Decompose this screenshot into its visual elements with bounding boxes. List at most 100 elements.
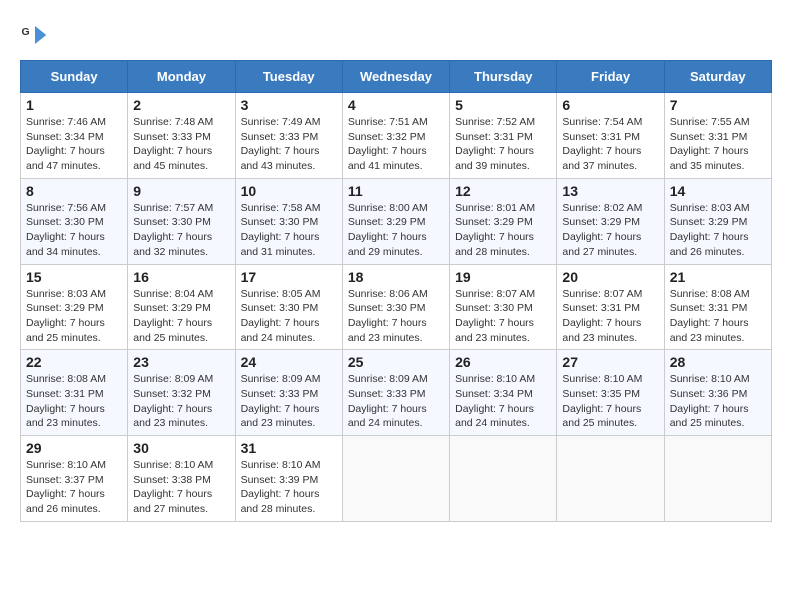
day-info: Sunrise: 8:10 AM Sunset: 3:38 PM Dayligh…	[133, 458, 229, 517]
day-number: 4	[348, 97, 444, 113]
calendar-cell: 20 Sunrise: 8:07 AM Sunset: 3:31 PM Dayli…	[557, 264, 664, 350]
day-info: Sunrise: 8:07 AM Sunset: 3:31 PM Dayligh…	[562, 287, 658, 346]
calendar-cell: 26 Sunrise: 8:10 AM Sunset: 3:34 PM Dayli…	[450, 350, 557, 436]
day-number: 15	[26, 269, 122, 285]
calendar-cell: 6 Sunrise: 7:54 AM Sunset: 3:31 PM Daylig…	[557, 93, 664, 179]
day-info: Sunrise: 8:03 AM Sunset: 3:29 PM Dayligh…	[26, 287, 122, 346]
day-info: Sunrise: 8:10 AM Sunset: 3:34 PM Dayligh…	[455, 372, 551, 431]
day-info: Sunrise: 8:10 AM Sunset: 3:36 PM Dayligh…	[670, 372, 766, 431]
calendar-cell: 24 Sunrise: 8:09 AM Sunset: 3:33 PM Dayli…	[235, 350, 342, 436]
day-number: 24	[241, 354, 337, 370]
day-info: Sunrise: 8:09 AM Sunset: 3:33 PM Dayligh…	[348, 372, 444, 431]
day-number: 3	[241, 97, 337, 113]
day-info: Sunrise: 7:54 AM Sunset: 3:31 PM Dayligh…	[562, 115, 658, 174]
day-number: 2	[133, 97, 229, 113]
calendar-week-row: 29Sunrise: 8:10 AM Sunset: 3:37 PM Dayli…	[21, 436, 772, 522]
day-info: Sunrise: 8:02 AM Sunset: 3:29 PM Dayligh…	[562, 201, 658, 260]
day-info: Sunrise: 8:09 AM Sunset: 3:33 PM Dayligh…	[241, 372, 337, 431]
calendar-cell: 18 Sunrise: 8:06 AM Sunset: 3:30 PM Dayli…	[342, 264, 449, 350]
calendar-cell: 21Sunrise: 8:08 AM Sunset: 3:31 PM Dayli…	[664, 264, 771, 350]
day-info: Sunrise: 8:01 AM Sunset: 3:29 PM Dayligh…	[455, 201, 551, 260]
calendar-cell: 19Sunrise: 8:07 AM Sunset: 3:30 PM Dayli…	[450, 264, 557, 350]
day-number: 26	[455, 354, 551, 370]
column-header-monday: Monday	[128, 61, 235, 93]
day-info: Sunrise: 8:06 AM Sunset: 3:30 PM Dayligh…	[348, 287, 444, 346]
day-info: Sunrise: 7:49 AM Sunset: 3:33 PM Dayligh…	[241, 115, 337, 174]
day-info: Sunrise: 8:04 AM Sunset: 3:29 PM Dayligh…	[133, 287, 229, 346]
day-number: 28	[670, 354, 766, 370]
day-number: 31	[241, 440, 337, 456]
day-number: 1	[26, 97, 122, 113]
calendar-cell: 12 Sunrise: 8:01 AM Sunset: 3:29 PM Dayli…	[450, 178, 557, 264]
day-number: 14	[670, 183, 766, 199]
day-number: 12	[455, 183, 551, 199]
day-info: Sunrise: 8:00 AM Sunset: 3:29 PM Dayligh…	[348, 201, 444, 260]
day-number: 6	[562, 97, 658, 113]
day-number: 29	[26, 440, 122, 456]
calendar-cell: 23 Sunrise: 8:09 AM Sunset: 3:32 PM Dayli…	[128, 350, 235, 436]
day-info: Sunrise: 7:58 AM Sunset: 3:30 PM Dayligh…	[241, 201, 337, 260]
calendar-cell: 22 Sunrise: 8:08 AM Sunset: 3:31 PM Dayli…	[21, 350, 128, 436]
calendar-cell: 14Sunrise: 8:03 AM Sunset: 3:29 PM Dayli…	[664, 178, 771, 264]
calendar-cell	[450, 436, 557, 522]
calendar-cell	[557, 436, 664, 522]
day-number: 22	[26, 354, 122, 370]
logo: G	[20, 20, 54, 50]
day-info: Sunrise: 8:05 AM Sunset: 3:30 PM Dayligh…	[241, 287, 337, 346]
calendar-cell: 5 Sunrise: 7:52 AM Sunset: 3:31 PM Daylig…	[450, 93, 557, 179]
day-number: 18	[348, 269, 444, 285]
calendar-cell: 17 Sunrise: 8:05 AM Sunset: 3:30 PM Dayli…	[235, 264, 342, 350]
calendar-cell: 13 Sunrise: 8:02 AM Sunset: 3:29 PM Dayli…	[557, 178, 664, 264]
column-header-saturday: Saturday	[664, 61, 771, 93]
day-info: Sunrise: 7:56 AM Sunset: 3:30 PM Dayligh…	[26, 201, 122, 260]
calendar-week-row: 22 Sunrise: 8:08 AM Sunset: 3:31 PM Dayli…	[21, 350, 772, 436]
calendar-cell	[664, 436, 771, 522]
calendar-cell: 28 Sunrise: 8:10 AM Sunset: 3:36 PM Dayli…	[664, 350, 771, 436]
day-number: 8	[26, 183, 122, 199]
calendar-cell: 1 Sunrise: 7:46 AM Sunset: 3:34 PM Daylig…	[21, 93, 128, 179]
calendar-cell: 27 Sunrise: 8:10 AM Sunset: 3:35 PM Dayli…	[557, 350, 664, 436]
day-number: 25	[348, 354, 444, 370]
day-info: Sunrise: 8:08 AM Sunset: 3:31 PM Dayligh…	[26, 372, 122, 431]
calendar-week-row: 1 Sunrise: 7:46 AM Sunset: 3:34 PM Daylig…	[21, 93, 772, 179]
column-header-sunday: Sunday	[21, 61, 128, 93]
calendar-cell: 29Sunrise: 8:10 AM Sunset: 3:37 PM Dayli…	[21, 436, 128, 522]
calendar-cell: 3 Sunrise: 7:49 AM Sunset: 3:33 PM Daylig…	[235, 93, 342, 179]
day-number: 9	[133, 183, 229, 199]
day-info: Sunrise: 7:57 AM Sunset: 3:30 PM Dayligh…	[133, 201, 229, 260]
calendar-cell: 7Sunrise: 7:55 AM Sunset: 3:31 PM Daylig…	[664, 93, 771, 179]
calendar-week-row: 15 Sunrise: 8:03 AM Sunset: 3:29 PM Dayli…	[21, 264, 772, 350]
calendar-cell: 10 Sunrise: 7:58 AM Sunset: 3:30 PM Dayli…	[235, 178, 342, 264]
day-info: Sunrise: 8:10 AM Sunset: 3:39 PM Dayligh…	[241, 458, 337, 517]
day-number: 7	[670, 97, 766, 113]
column-header-thursday: Thursday	[450, 61, 557, 93]
day-info: Sunrise: 8:08 AM Sunset: 3:31 PM Dayligh…	[670, 287, 766, 346]
day-info: Sunrise: 8:07 AM Sunset: 3:30 PM Dayligh…	[455, 287, 551, 346]
page-header: G	[20, 20, 772, 50]
day-number: 16	[133, 269, 229, 285]
calendar-cell: 31 Sunrise: 8:10 AM Sunset: 3:39 PM Dayli…	[235, 436, 342, 522]
day-number: 20	[562, 269, 658, 285]
calendar-cell: 4 Sunrise: 7:51 AM Sunset: 3:32 PM Daylig…	[342, 93, 449, 179]
day-info: Sunrise: 7:51 AM Sunset: 3:32 PM Dayligh…	[348, 115, 444, 174]
day-info: Sunrise: 8:09 AM Sunset: 3:32 PM Dayligh…	[133, 372, 229, 431]
day-number: 27	[562, 354, 658, 370]
svg-text:G: G	[22, 26, 30, 38]
day-number: 13	[562, 183, 658, 199]
column-header-friday: Friday	[557, 61, 664, 93]
day-number: 10	[241, 183, 337, 199]
day-number: 23	[133, 354, 229, 370]
day-info: Sunrise: 7:52 AM Sunset: 3:31 PM Dayligh…	[455, 115, 551, 174]
calendar-header-row: SundayMondayTuesdayWednesdayThursdayFrid…	[21, 61, 772, 93]
day-info: Sunrise: 7:48 AM Sunset: 3:33 PM Dayligh…	[133, 115, 229, 174]
day-number: 5	[455, 97, 551, 113]
calendar-week-row: 8 Sunrise: 7:56 AM Sunset: 3:30 PM Daylig…	[21, 178, 772, 264]
day-info: Sunrise: 7:46 AM Sunset: 3:34 PM Dayligh…	[26, 115, 122, 174]
day-number: 17	[241, 269, 337, 285]
calendar-cell: 25 Sunrise: 8:09 AM Sunset: 3:33 PM Dayli…	[342, 350, 449, 436]
day-info: Sunrise: 8:10 AM Sunset: 3:35 PM Dayligh…	[562, 372, 658, 431]
day-number: 30	[133, 440, 229, 456]
calendar-cell: 9 Sunrise: 7:57 AM Sunset: 3:30 PM Daylig…	[128, 178, 235, 264]
column-header-wednesday: Wednesday	[342, 61, 449, 93]
calendar-cell: 15 Sunrise: 8:03 AM Sunset: 3:29 PM Dayli…	[21, 264, 128, 350]
